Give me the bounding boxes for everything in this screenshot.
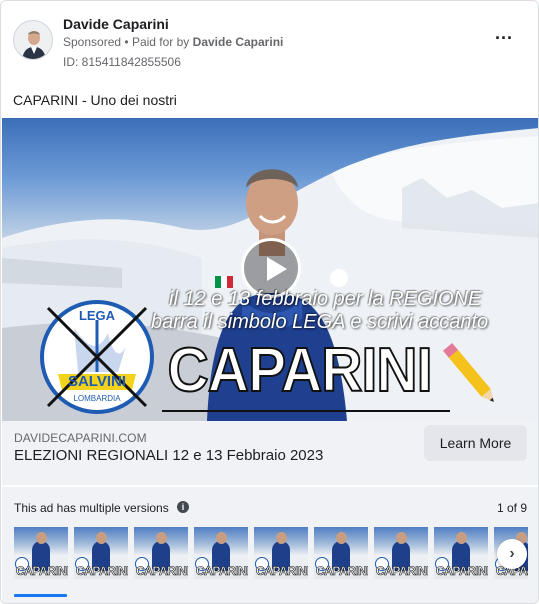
thumbnail-caption: CAPARINI (256, 564, 308, 579)
play-icon (267, 257, 287, 281)
versions-label: This ad has multiple versions (14, 501, 169, 515)
thumbnail-head (396, 532, 407, 544)
thumbnail-caption: CAPARINI (136, 564, 188, 579)
advertiser-name[interactable]: Davide Caparini (63, 16, 169, 32)
paid-for-name: Davide Caparini (192, 35, 284, 49)
ad-card: Davide Caparini Sponsored • Paid for by … (0, 0, 539, 604)
version-thumbnail[interactable]: CAPARINI (74, 527, 128, 579)
thumbnail-caption: CAPARINI (436, 564, 488, 579)
thumbnail-caption: CAPARINI (76, 564, 128, 579)
more-horizontal-icon: ··· (495, 28, 513, 48)
sponsored-line: Sponsored • Paid for by Davide Caparini (63, 35, 283, 49)
thumbnail-caption: CAPARINI (376, 564, 428, 579)
ad-body-text: CAPARINI - Uno dei nostri (13, 92, 177, 108)
version-thumbnail[interactable]: CAPARINI (194, 527, 248, 579)
separator-dot: • (124, 35, 129, 49)
thumbnail-head (276, 532, 287, 544)
ad-video[interactable]: il 12 e 13 febbraio per la REGIONE barra… (2, 118, 538, 421)
thumbnail-head (96, 532, 107, 544)
ad-header: Davide Caparini Sponsored • Paid for by … (13, 13, 526, 73)
sponsored-label: Sponsored (63, 35, 122, 49)
thumbnail-caption: CAPARINI (196, 564, 248, 579)
chevron-right-icon: › (509, 545, 515, 562)
avatar-image (14, 21, 52, 59)
version-thumbnail[interactable]: CAPARINI (254, 527, 308, 579)
video-overlay-line-1: il 12 e 13 febbraio per la REGIONE (169, 288, 482, 310)
next-versions-button[interactable]: › (497, 539, 527, 569)
advertiser-avatar[interactable] (13, 20, 53, 60)
logo-banner-text: SALVINI (68, 373, 126, 390)
version-thumbnail[interactable]: CAPARINI (374, 527, 428, 579)
paid-for-prefix: Paid for by (131, 35, 190, 49)
lega-salvini-logo: SALVINI LOMBARDIA LEGA (38, 298, 156, 416)
link-domain: DAVIDECAPARINI.COM (14, 431, 147, 445)
thumbnail-head (36, 532, 47, 544)
version-thumbnail[interactable]: CAPARINI (434, 527, 488, 579)
info-icon[interactable]: i (177, 501, 189, 513)
link-preview[interactable]: DAVIDECAPARINI.COM ELEZIONI REGIONALI 12… (2, 421, 538, 485)
thumbnail-caption: CAPARINI (16, 564, 68, 579)
version-thumbnail[interactable]: CAPARINI (14, 527, 68, 579)
selected-version-indicator (14, 594, 67, 597)
ad-versions-section: This ad has multiple versions i 1 of 9 C… (2, 487, 538, 603)
versions-count: 1 of 9 (496, 501, 527, 515)
thumbnail-head (216, 532, 227, 544)
logo-region-text: LOMBARDIA (73, 394, 121, 403)
version-thumbnail[interactable]: CAPARINI (134, 527, 188, 579)
logo-top-text: LEGA (79, 308, 116, 323)
link-title: ELEZIONI REGIONALI 12 e 13 Febbraio 2023 (14, 447, 324, 464)
more-options-button[interactable]: ··· (490, 28, 518, 51)
version-thumbnail[interactable]: CAPARINI (314, 527, 368, 579)
thumbnail-head (336, 532, 347, 544)
thumbnail-head (156, 532, 167, 544)
version-thumbnails: CAPARINI CAPARINI CAPARINI CAPARINI CAPA… (14, 527, 528, 582)
thumbnail-caption: CAPARINI (316, 564, 368, 579)
thumbnail-head (456, 532, 467, 544)
ad-id: ID: 815411842855506 (63, 55, 181, 69)
lega-logo-graphic: SALVINI LOMBARDIA LEGA (40, 300, 154, 414)
candidate-name-overlay: CAPARINI (167, 335, 434, 406)
learn-more-button[interactable]: Learn More (424, 425, 527, 461)
